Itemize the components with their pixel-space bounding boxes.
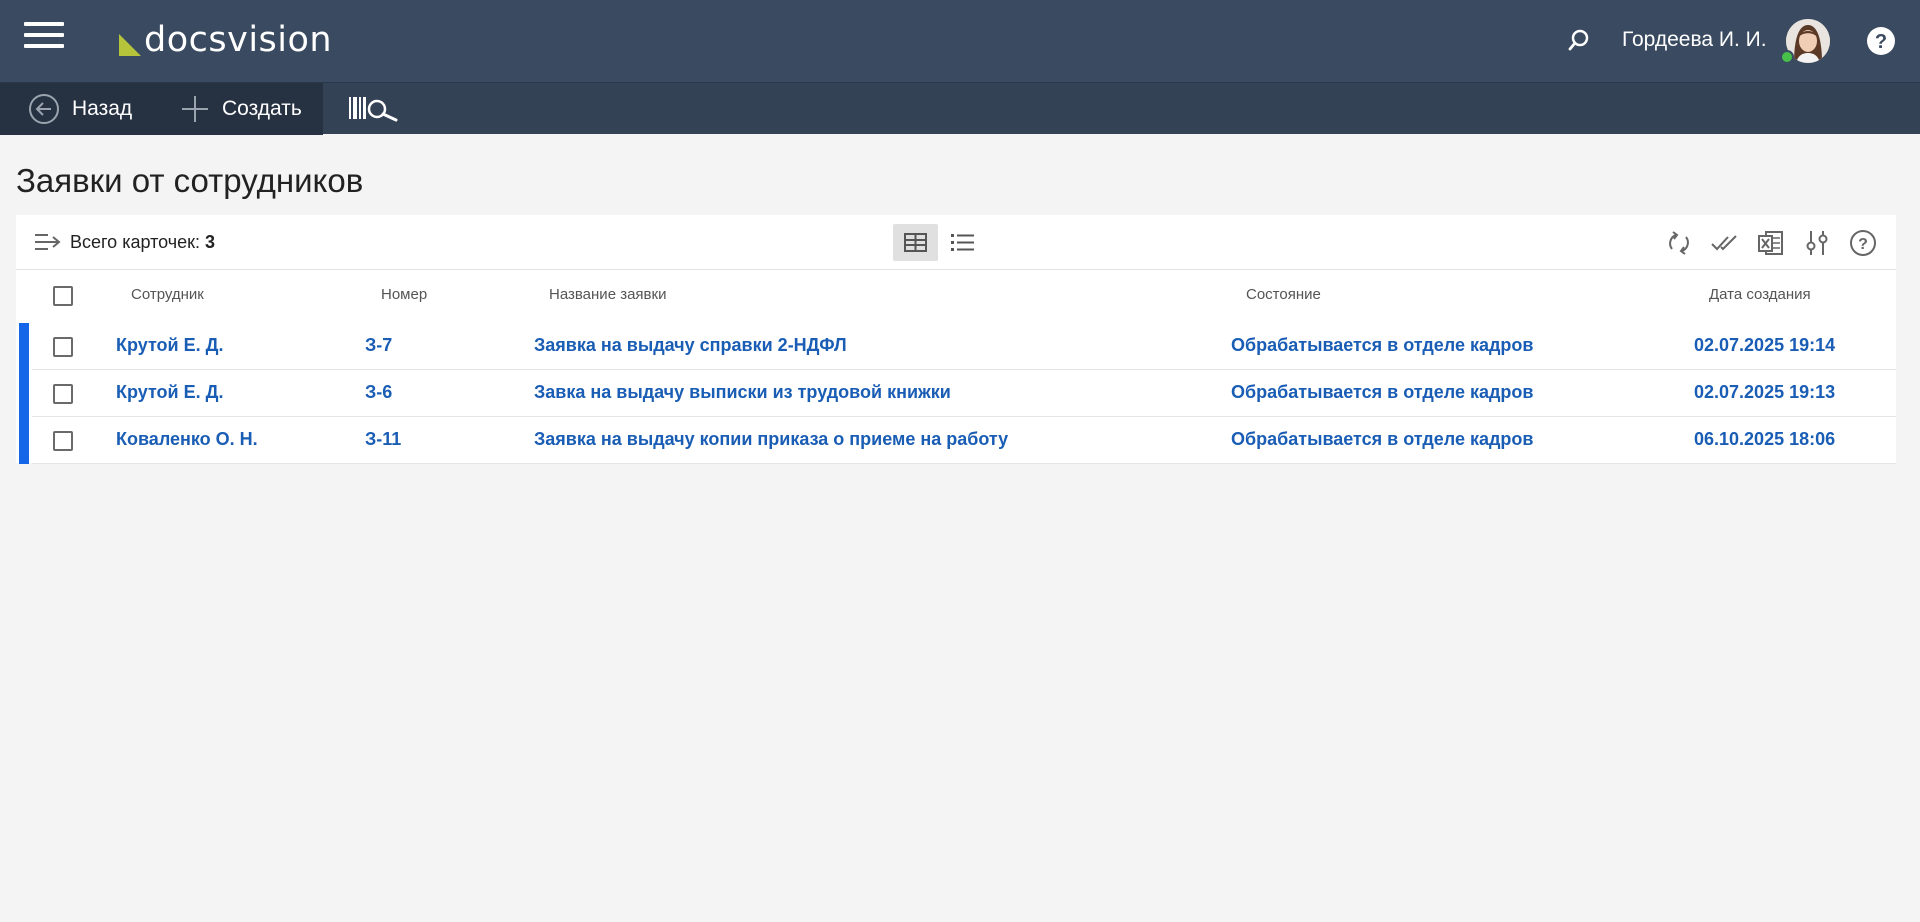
sort-icon[interactable] [34,231,62,253]
row-marker [19,323,29,370]
table-row[interactable]: Крутой Е. Д. З-7 Заявка на выдачу справк… [16,323,1896,370]
total-cards-counter: Всего карточек: 3 [70,232,215,253]
cell-date[interactable]: 06.10.2025 18:06 [1694,429,1835,450]
table-row[interactable]: Коваленко О. Н. З-11 Заявка на выдачу ко… [16,417,1896,464]
cell-date[interactable]: 02.07.2025 19:13 [1694,382,1835,403]
list-view-icon [951,234,974,251]
plus-icon [182,96,208,122]
search-icon[interactable] [1566,27,1592,53]
list-view-button[interactable] [940,224,985,261]
logo[interactable]: docsvision [119,18,332,62]
panel-header: Всего карточек: 3 ? [16,215,1896,270]
help-icon[interactable]: ? [1866,26,1896,56]
back-arrow-icon [29,94,59,124]
create-button-label: Создать [222,97,302,120]
table-row[interactable]: Крутой Е. Д. З-6 Завка на выдачу выписки… [16,370,1896,417]
cell-title[interactable]: Заявка на выдачу справки 2-НДФЛ [534,335,847,356]
page-title: Заявки от сотрудников [16,162,364,199]
online-status-indicator [1780,50,1794,64]
row-checkbox[interactable] [53,337,73,357]
total-cards-label: Всего карточек: [70,232,201,252]
user-name[interactable]: Гордеева И. И. [1622,28,1767,52]
cell-title[interactable]: Завка на выдачу выписки из трудовой книж… [534,382,951,403]
row-divider [32,463,1896,464]
cell-state[interactable]: Обрабатывается в отделе кадров [1231,429,1533,450]
row-checkbox[interactable] [53,431,73,451]
table-view-icon [904,233,927,252]
column-header-state[interactable]: Состояние [1246,286,1321,303]
back-button-label: Назад [72,97,133,120]
total-cards-count: 3 [205,232,216,252]
cell-state[interactable]: Обрабатывается в отделе кадров [1231,382,1533,403]
select-all-checkbox[interactable] [53,286,73,306]
help-icon[interactable]: ? [1848,228,1878,258]
back-button[interactable]: Назад [28,93,132,125]
logo-text: docsvision [144,20,333,60]
logo-mark-icon [119,34,141,56]
cell-date[interactable]: 02.07.2025 19:14 [1694,335,1835,356]
action-toolbar: Назад Создать [0,82,1920,135]
cell-state[interactable]: Обрабатывается в отделе кадров [1231,335,1533,356]
svg-text:?: ? [1858,236,1868,253]
top-header: docsvision Гордеева И. И. ? [0,0,1920,82]
refresh-icon[interactable] [1664,228,1694,258]
hamburger-menu-icon[interactable] [24,22,64,52]
column-header-number[interactable]: Номер [381,286,427,303]
column-header-employee[interactable]: Сотрудник [131,286,204,303]
cell-number[interactable]: З-6 [365,382,392,403]
cell-employee[interactable]: Крутой Е. Д. [116,382,223,403]
column-header-title[interactable]: Название заявки [549,286,666,303]
create-button[interactable]: Создать [180,93,302,125]
cell-employee[interactable]: Коваленко О. Н. [116,429,258,450]
cell-number[interactable]: З-11 [365,429,401,450]
row-marker [19,370,29,417]
cell-employee[interactable]: Крутой Е. Д. [116,335,223,356]
row-checkbox[interactable] [53,384,73,404]
excel-export-icon[interactable] [1756,228,1786,258]
check-all-icon[interactable] [1710,228,1740,258]
row-marker [19,417,29,464]
cards-panel: Всего карточек: 3 ? Сотрудник Номер Назв… [16,215,1896,464]
barcode-search-icon[interactable] [348,93,402,125]
cell-number[interactable]: З-7 [365,335,392,356]
settings-icon[interactable] [1802,228,1832,258]
column-header-date[interactable]: Дата создания [1709,286,1811,303]
cell-title[interactable]: Заявка на выдачу копии приказа о приеме … [534,429,1008,450]
table-view-button[interactable] [893,224,938,261]
svg-text:?: ? [1875,31,1887,53]
